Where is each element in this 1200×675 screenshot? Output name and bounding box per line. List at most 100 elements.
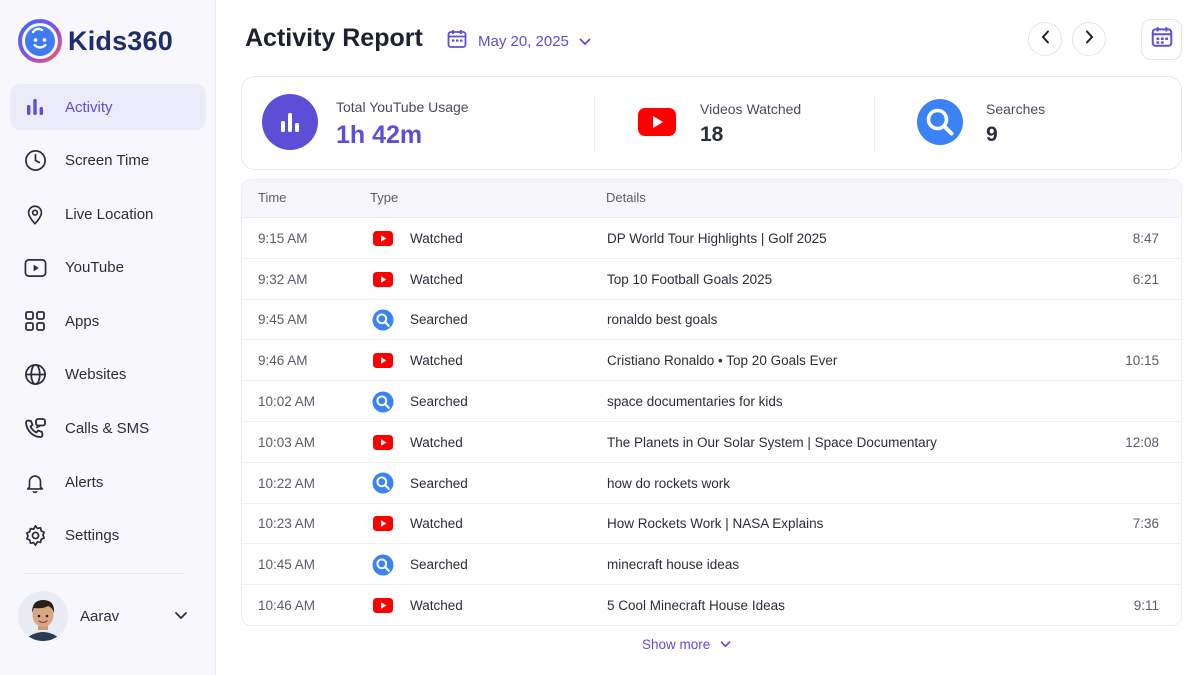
next-day-button[interactable] [1072,22,1106,56]
stat-total-usage: Total YouTube Usage 1h 42m [262,77,469,171]
column-header-details[interactable]: Details [606,190,646,205]
row-details[interactable]: space documentaries for kids [607,381,783,422]
table-row[interactable]: 10:46 AM Watched 5 Cool Minecraft House Id… [242,585,1181,625]
row-type: Searched [372,381,468,422]
table-row[interactable]: 10:02 AM Searched space documentaries for … [242,381,1181,422]
column-header-type[interactable]: Type [370,190,398,205]
row-type-label: Watched [410,434,463,450]
stat-value: 18 [700,123,724,146]
profile-switcher[interactable]: Aarav [18,590,188,642]
row-duration: 8:47 [1132,230,1159,246]
search-icon [372,554,394,576]
row-type: Watched [372,340,463,381]
row-time: 10:02 AM [258,394,316,410]
row-type: Watched [372,422,463,463]
youtube-icon [372,271,394,287]
sidebar-nav: Activity Screen Time Live Location YouTu… [10,84,206,566]
row-type: Watched [372,585,463,625]
row-details[interactable]: 5 Cool Minecraft House Ideas [607,585,785,625]
table-body: 9:15 AM Watched DP World Tour Highlights |… [242,218,1181,625]
selected-date: May 20, 2025 [478,33,569,50]
youtube-icon [372,434,394,450]
sidebar-item-label: Apps [65,312,100,330]
table-row[interactable]: 10:03 AM Watched The Planets in Our Solar … [242,422,1181,463]
row-time: 10:03 AM [258,434,316,450]
sidebar-item-apps[interactable]: Apps [10,298,206,344]
table-row[interactable]: 10:45 AM Searched minecraft house ideas [242,544,1181,586]
chevron-down-icon [174,607,188,625]
table-row[interactable]: 9:15 AM Watched DP World Tour Highlights |… [242,218,1181,259]
row-details[interactable]: Top 10 Football Goals 2025 [607,259,772,300]
bar-chart-icon [262,93,318,155]
bar-chart-icon [23,95,47,119]
row-type-label: Watched [410,230,463,246]
row-type-label: Searched [410,475,468,491]
sidebar-item-screen-time[interactable]: Screen Time [10,138,206,184]
row-details[interactable]: how do rockets work [607,463,730,504]
column-header-time[interactable]: Time [258,190,286,205]
row-type-label: Watched [410,353,463,369]
stat-divider [874,97,875,151]
search-icon [916,98,964,151]
stat-value: 9 [986,123,998,146]
youtube-icon [372,516,394,532]
apps-grid-icon [23,309,47,333]
sidebar-item-alerts[interactable]: Alerts [10,459,206,505]
search-icon [372,309,394,331]
row-time: 9:32 AM [258,271,308,287]
row-details[interactable]: ronaldo best goals [607,300,717,341]
row-details[interactable]: DP World Tour Highlights | Golf 2025 [607,218,827,259]
sidebar-item-websites[interactable]: Websites [10,352,206,398]
youtube-icon [372,598,394,614]
previous-day-button[interactable] [1028,22,1062,56]
sidebar-item-settings[interactable]: Settings [10,513,206,559]
table-row[interactable]: 9:46 AM Watched Cristiano Ronaldo • Top 20… [242,340,1181,382]
stat-value: 1h 42m [336,120,423,149]
clock-icon [23,149,47,173]
row-details[interactable]: The Planets in Our Solar System | Space … [607,422,937,463]
row-type-label: Watched [410,598,463,614]
row-type: Watched [372,218,463,259]
row-time: 9:15 AM [258,230,308,246]
table-row[interactable]: 10:22 AM Searched how do rockets work [242,463,1181,504]
row-details[interactable]: Cristiano Ronaldo • Top 20 Goals Ever [607,340,837,381]
row-details[interactable]: How Rockets Work | NASA Explains [607,504,823,545]
sidebar-item-youtube[interactable]: YouTube [10,245,206,291]
sidebar-item-activity[interactable]: Activity [10,84,206,130]
sidebar-item-label: Websites [65,366,127,384]
bell-icon [23,470,47,494]
row-time: 10:46 AM [258,598,316,614]
sidebar-item-label: Screen Time [65,152,150,170]
table-row[interactable]: 10:23 AM Watched How Rockets Work | NASA E… [242,504,1181,545]
chevron-right-icon [1085,30,1094,49]
row-duration: 6:21 [1132,271,1159,287]
row-details[interactable]: minecraft house ideas [607,544,739,585]
row-time: 9:46 AM [258,353,308,369]
sidebar-item-calls-sms[interactable]: Calls & SMS [10,406,206,452]
table-row[interactable]: 9:32 AM Watched Top 10 Football Goals 2025… [242,259,1181,300]
sidebar: Kids360 Activity Screen Time Live Locati… [0,0,216,675]
app-logo[interactable]: Kids360 [18,18,173,64]
row-duration: 12:08 [1125,434,1159,450]
app-name: Kids360 [68,25,173,56]
chevron-left-icon [1041,30,1050,49]
row-time: 10:22 AM [258,475,316,491]
summary-card: Total YouTube Usage 1h 42m Videos Watche… [241,76,1182,170]
row-duration: 9:11 [1133,598,1159,614]
youtube-icon [372,230,394,246]
row-time: 9:45 AM [258,312,308,328]
table-header: Time Type Details [242,180,1181,218]
sidebar-item-label: Alerts [65,473,104,491]
stat-divider [594,97,595,151]
row-type-label: Watched [410,271,463,287]
show-more-button[interactable]: Show more [642,637,731,652]
chevron-down-icon [579,33,591,51]
sidebar-item-live-location[interactable]: Live Location [10,191,206,237]
table-row[interactable]: 9:45 AM Searched ronaldo best goals [242,300,1181,341]
logo-face-icon [18,19,62,63]
row-duration: 7:36 [1132,516,1159,532]
youtube-icon [372,353,394,369]
location-pin-icon [23,202,47,226]
date-picker[interactable]: May 20, 2025 [446,28,591,55]
calendar-button[interactable] [1141,19,1182,60]
